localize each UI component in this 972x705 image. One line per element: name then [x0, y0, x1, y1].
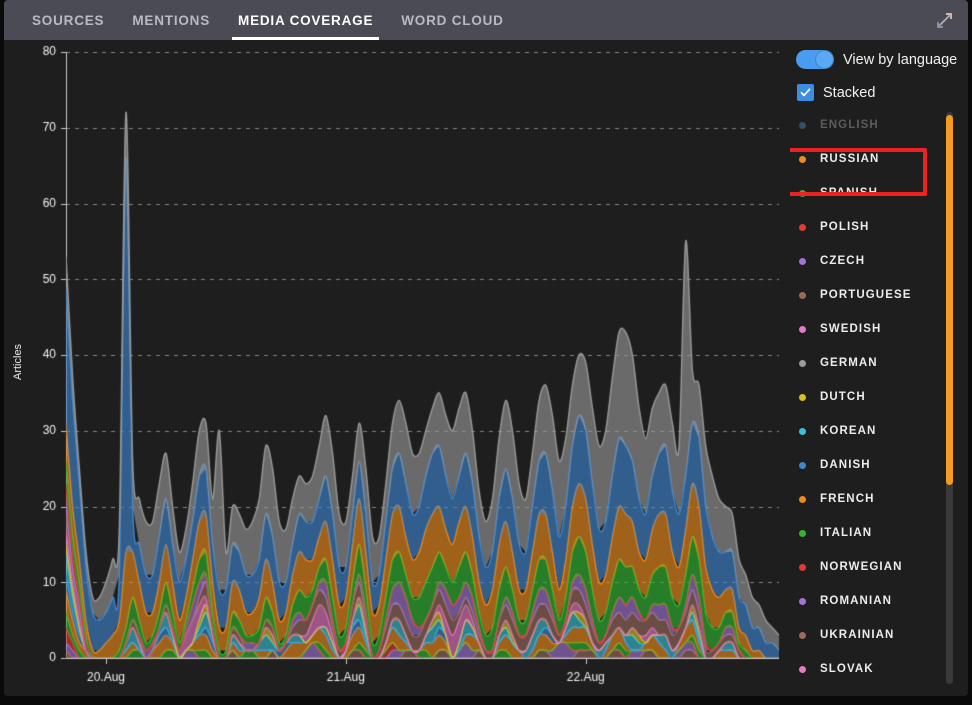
tab-media-coverage[interactable]: MEDIA COVERAGE: [224, 0, 387, 40]
toggle-switch[interactable]: [796, 50, 834, 69]
legend-item-label: SLOVAK: [820, 663, 874, 675]
legend-item-romanian[interactable]: ROMANIAN: [790, 584, 962, 618]
legend-color-dot: [799, 325, 806, 333]
legend-color-dot: [799, 359, 806, 367]
legend-color-dot: [799, 155, 806, 163]
legend-item-label: SPANISH: [820, 187, 878, 199]
panel-body: SOURCES MENTIONS MEDIA COVERAGE WORD CLO…: [4, 0, 968, 696]
legend-color-dot: [799, 563, 806, 571]
legend-item-norwegian[interactable]: NORWEGIAN: [790, 550, 962, 584]
tab-word-cloud[interactable]: WORD CLOUD: [387, 0, 518, 40]
legend-item-italian[interactable]: ITALIAN: [790, 516, 962, 550]
legend-item-label: ENGLISH: [820, 119, 879, 131]
toggle-knob: [816, 51, 833, 68]
tab-bar: SOURCES MENTIONS MEDIA COVERAGE WORD CLO…: [4, 0, 968, 40]
legend-item-swedish[interactable]: SWEDISH: [790, 312, 962, 346]
stacked-label: Stacked: [823, 84, 876, 101]
legend-item-label: DUTCH: [820, 391, 866, 403]
tab-list: SOURCES MENTIONS MEDIA COVERAGE WORD CLO…: [4, 0, 968, 40]
legend-item-ukrainian[interactable]: UKRAINIAN: [790, 618, 962, 652]
legend-color-dot: [799, 121, 806, 129]
legend-item-czech[interactable]: CZECH: [790, 244, 962, 278]
legend-color-dot: [799, 257, 806, 265]
legend-item-label: GERMAN: [820, 357, 878, 369]
legend-item-portuguese[interactable]: PORTUGUESE: [790, 278, 962, 312]
legend-item-spanish[interactable]: SPANISH: [790, 176, 962, 210]
legend-item-korean[interactable]: KOREAN: [790, 414, 962, 448]
media-coverage-panel: SOURCES MENTIONS MEDIA COVERAGE WORD CLO…: [0, 0, 972, 705]
legend-item-label: UKRAINIAN: [820, 629, 895, 641]
legend-item-label: NORWEGIAN: [820, 561, 903, 573]
legend-item-russian[interactable]: RUSSIAN: [790, 142, 962, 176]
legend-item-english[interactable]: ENGLISH: [790, 108, 962, 142]
legend-panel: View by language Stacked ENGLISH RUSSIAN S…: [790, 40, 968, 696]
legend-color-dot: [799, 291, 806, 299]
legend-item-label: PORTUGUESE: [820, 289, 912, 301]
legend-item-dutch[interactable]: DUTCH: [790, 380, 962, 414]
legend-item-polish[interactable]: POLISH: [790, 210, 962, 244]
legend-item-label: POLISH: [820, 221, 870, 233]
legend-item-label: CZECH: [820, 255, 866, 267]
legend-color-dot: [799, 461, 806, 469]
stacked-checkbox[interactable]: [797, 84, 814, 101]
legend-item-label: FRENCH: [820, 493, 875, 505]
legend-item-label: KOREAN: [820, 425, 877, 437]
stacked-checkbox-row[interactable]: Stacked: [797, 84, 875, 101]
legend-color-dot: [799, 223, 806, 231]
legend-item-danish[interactable]: DANISH: [790, 448, 962, 482]
legend-color-dot: [799, 631, 806, 639]
legend-item-slovak[interactable]: SLOVAK: [790, 652, 962, 686]
view-by-language-toggle[interactable]: View by language: [796, 50, 957, 69]
legend-item-french[interactable]: FRENCH: [790, 482, 962, 516]
legend-item-label: DANISH: [820, 459, 871, 471]
stacked-area-chart[interactable]: [4, 40, 794, 696]
legend-color-dot: [799, 529, 806, 537]
legend-item-label: ROMANIAN: [820, 595, 893, 607]
legend-color-dot: [799, 393, 806, 401]
legend-item-label: SWEDISH: [820, 323, 882, 335]
tab-mentions[interactable]: MENTIONS: [118, 0, 224, 40]
view-by-language-label: View by language: [843, 51, 958, 68]
tab-sources[interactable]: SOURCES: [18, 0, 118, 40]
legend-item-list[interactable]: ENGLISH RUSSIAN SPANISH POLISH CZECH PORTUGUE…: [790, 108, 962, 696]
expand-diagonal-icon[interactable]: [928, 4, 960, 36]
legend-color-dot: [799, 597, 806, 605]
check-icon: [800, 88, 811, 97]
legend-color-dot: [799, 495, 806, 503]
legend-item-german[interactable]: GERMAN: [790, 346, 962, 380]
legend-scrollbar-thumb[interactable]: [946, 115, 953, 485]
legend-color-dot: [799, 427, 806, 435]
y-axis-label: Articles: [12, 343, 24, 381]
legend-item-label: ITALIAN: [820, 527, 873, 539]
legend-color-dot: [799, 189, 806, 197]
legend-color-dot: [799, 665, 806, 673]
legend-item-label: RUSSIAN: [820, 153, 880, 165]
